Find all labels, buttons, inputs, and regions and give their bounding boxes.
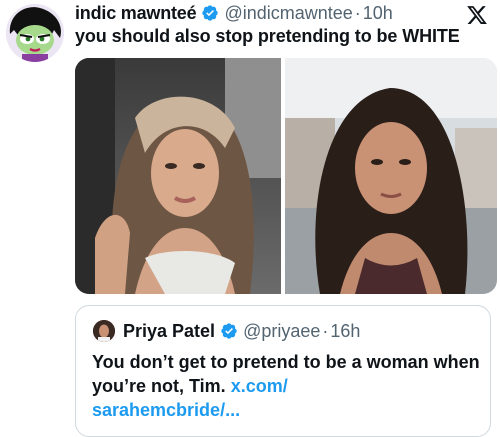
- verified-badge-icon: [221, 323, 237, 339]
- handle[interactable]: @indicmawntee: [224, 3, 352, 24]
- quoted-link-line1[interactable]: x.com/: [231, 376, 288, 396]
- verified-badge-icon: [202, 5, 219, 21]
- separator-dot: ·: [322, 320, 329, 341]
- quoted-handle[interactable]: @priyaee: [243, 321, 320, 342]
- quoted-timestamp[interactable]: 16h: [330, 321, 360, 342]
- x-logo-icon[interactable]: [466, 4, 488, 26]
- avatar[interactable]: [6, 4, 64, 62]
- timestamp[interactable]: 10h: [363, 3, 393, 24]
- quoted-link-line2[interactable]: sarahemcbride/...: [92, 400, 240, 420]
- media-grid: [75, 58, 497, 294]
- quoted-tweet-text: You don’t get to pretend to be a woman w…: [92, 350, 482, 422]
- tweet-header: indic mawnteé @indicmawntee · 10h: [75, 1, 393, 25]
- photo-left[interactable]: [75, 58, 281, 294]
- separator-dot: ·: [354, 2, 361, 23]
- quoted-display-name[interactable]: Priya Patel: [123, 321, 215, 342]
- quoted-avatar[interactable]: [93, 320, 115, 342]
- photo-right[interactable]: [285, 58, 497, 294]
- quoted-tweet-card[interactable]: Priya Patel @priyaee · 16h You don’t get…: [75, 305, 491, 437]
- quoted-tweet-header: Priya Patel @priyaee · 16h: [123, 318, 360, 344]
- tweet-text: you should also stop pretending to be WH…: [75, 26, 460, 46]
- display-name[interactable]: indic mawnteé: [75, 3, 197, 24]
